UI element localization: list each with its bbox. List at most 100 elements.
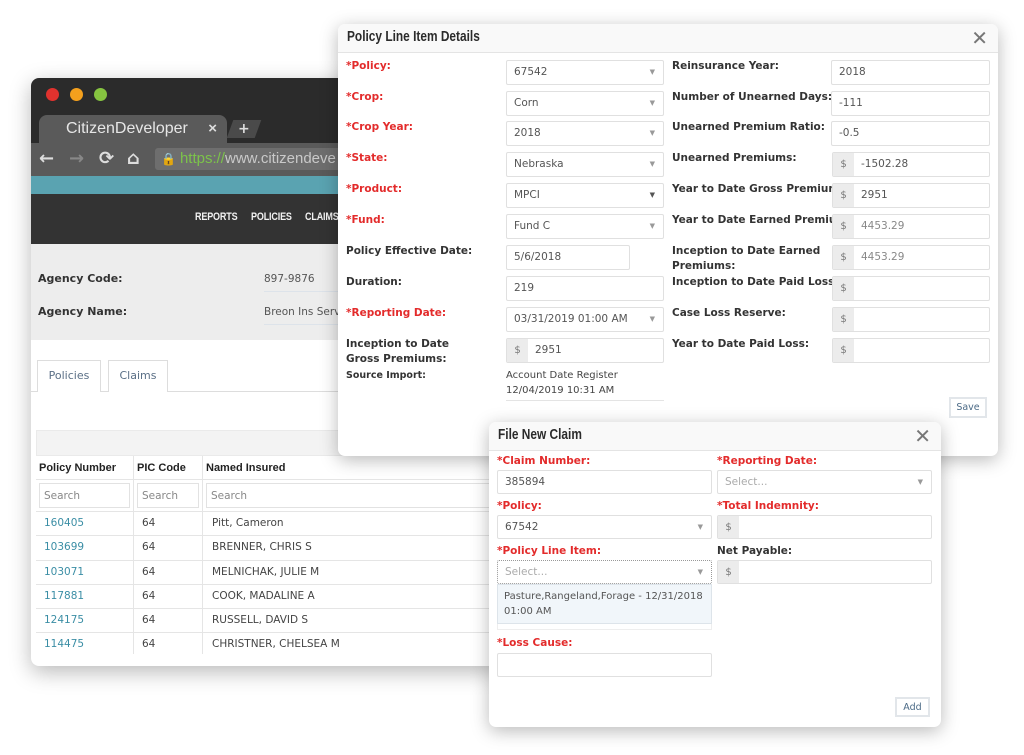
policy-number-link[interactable]: 117881	[36, 584, 134, 609]
pic-code-search-input[interactable]	[137, 483, 199, 508]
save-button[interactable]: Save	[949, 397, 987, 418]
nav-claims[interactable]: CLAIMS	[305, 211, 339, 223]
unearned-days-input[interactable]: -111	[831, 91, 990, 116]
tab-claims[interactable]: Claims	[108, 360, 168, 392]
ytd-paid-loss-label: Year to Date Paid Loss:	[672, 338, 810, 350]
net-payable-input[interactable]: $	[717, 560, 932, 584]
pic-code-cell: 64	[134, 512, 203, 536]
reporting-date-value: 03/31/2019 01:00 AM	[514, 313, 628, 325]
chevron-down-icon: ▼	[649, 129, 655, 137]
claim-number-label: *Claim Number:	[497, 455, 591, 467]
state-select[interactable]: Nebraska ▼	[506, 152, 664, 177]
dollar-icon: $	[833, 246, 854, 269]
product-select[interactable]: MPCI ▼	[506, 183, 664, 208]
dollar-icon: $	[833, 308, 854, 331]
home-icon[interactable]: ⌂	[127, 149, 140, 169]
named-insured-search-input[interactable]	[206, 483, 501, 508]
ytd-gross-premiums-input[interactable]: $ 2951	[832, 183, 990, 208]
fund-select-value: Fund C	[514, 220, 551, 232]
reporting-date-label: *Reporting Date:	[717, 455, 818, 467]
fund-select[interactable]: Fund C ▼	[506, 214, 664, 239]
reinsurance-year-label: Reinsurance Year:	[672, 60, 779, 72]
file-new-claim-modal: File New Claim ✕ *Claim Number: 385894 *…	[489, 422, 941, 727]
named-insured-cell: BRENNER, CHRIS S	[203, 536, 501, 559]
duration-input[interactable]: 219	[506, 276, 664, 301]
case-loss-reserve-input[interactable]: $	[832, 307, 990, 332]
grid-body: 160405 64 Pitt, Cameron 103699 64 BRENNE…	[36, 512, 501, 654]
agency-code-label: Agency Code:	[38, 272, 123, 285]
reporting-date-select[interactable]: Select... ▼	[717, 470, 932, 494]
table-row: 117881 64 COOK, MADALINE A	[36, 584, 501, 610]
itd-paid-loss-input[interactable]: $	[832, 276, 990, 301]
tab-close-icon[interactable]: ×	[208, 115, 217, 143]
grid-header: Policy Number PIC Code Named Insured	[36, 456, 501, 480]
unearned-premium-ratio-input[interactable]: -0.5	[831, 121, 990, 146]
loss-cause-input[interactable]	[497, 653, 712, 677]
total-indemnity-input[interactable]: $	[717, 515, 932, 539]
policy-number-link[interactable]: 103071	[36, 560, 134, 584]
column-header-policy-number[interactable]: Policy Number	[36, 456, 134, 479]
policy-line-item-modal: Policy Line Item Details ✕ *Policy: *Cro…	[338, 24, 998, 456]
table-row: 103699 64 BRENNER, CHRIS S	[36, 536, 501, 561]
ytd-earned-premiums-input[interactable]: $ 4453.29	[832, 214, 990, 239]
named-insured-cell: MELNICHAK, JULIE M	[203, 561, 501, 584]
claim-number-input[interactable]: 385894	[497, 470, 712, 494]
itd-earned-premiums-input[interactable]: $ 4453.29	[832, 245, 990, 270]
crop-select[interactable]: Corn ▼	[506, 91, 664, 116]
url-scheme: https://	[179, 150, 225, 167]
policy-number-link[interactable]: 103699	[36, 536, 134, 560]
close-icon[interactable]: ✕	[971, 26, 988, 50]
forward-arrow-icon[interactable]: →	[69, 149, 84, 169]
policy-select[interactable]: 67542 ▼	[506, 60, 664, 85]
product-select-value: MPCI	[514, 189, 540, 201]
close-icon[interactable]: ✕	[914, 424, 931, 448]
unearned-premiums-input[interactable]: $ -1502.28	[832, 152, 990, 177]
back-arrow-icon[interactable]: ←	[39, 149, 54, 169]
maximize-window-dot[interactable]	[94, 88, 107, 101]
browser-tab[interactable]: CitizenDeveloper ×	[39, 115, 227, 143]
column-header-named-insured[interactable]: Named Insured	[203, 456, 501, 479]
policy-select-value: 67542	[514, 66, 548, 78]
policy-effective-date-label: Policy Effective Date:	[346, 245, 473, 257]
policy-line-item-option[interactable]: Pasture,Rangeland,Forage - 12/31/2018 01…	[497, 584, 712, 624]
pic-code-cell: 64	[134, 560, 203, 584]
nav-reports[interactable]: REPORTS	[195, 211, 238, 223]
pic-code-cell: 64	[134, 536, 203, 560]
itd-gross-premiums-input[interactable]: $ 2951	[506, 338, 664, 363]
duration-value: 219	[514, 282, 535, 294]
plus-icon: +	[238, 121, 250, 137]
crop-year-select[interactable]: 2018 ▼	[506, 121, 664, 146]
policy-number-link[interactable]: 114475	[36, 633, 134, 654]
policy-label: *Policy:	[497, 500, 542, 512]
policy-number-search-input[interactable]	[39, 483, 130, 508]
duration-label: Duration:	[346, 276, 402, 288]
reporting-date-select[interactable]: 03/31/2019 01:00 AM ▼	[506, 307, 664, 332]
chevron-down-icon: ▼	[649, 191, 655, 199]
dollar-icon: $	[833, 153, 854, 176]
policies-grid: Policy Number PIC Code Named Insured 160…	[36, 456, 501, 654]
add-button[interactable]: Add	[895, 697, 930, 717]
reload-icon[interactable]: ⟳	[99, 149, 114, 169]
itd-gross-premiums-label: Inception to Date Gross Premiums:	[346, 338, 450, 365]
policy-line-item-label: *Policy Line Item:	[497, 545, 602, 557]
policy-line-item-select[interactable]: Select... ▼	[497, 560, 712, 584]
reporting-date-label: *Reporting Date:	[346, 307, 447, 319]
policy-effective-date-input[interactable]: 5/6/2018	[506, 245, 630, 270]
policy-select[interactable]: 67542 ▼	[497, 515, 712, 539]
crop-year-select-value: 2018	[514, 127, 541, 139]
tab-policies[interactable]: Policies	[37, 360, 101, 392]
table-row: 114475 64 CHRISTNER, CHELSEA M	[36, 633, 501, 654]
minimize-window-dot[interactable]	[70, 88, 83, 101]
table-row: 160405 64 Pitt, Cameron	[36, 512, 501, 537]
column-header-pic-code[interactable]: PIC Code	[134, 456, 203, 479]
policy-number-link[interactable]: 124175	[36, 609, 134, 633]
ytd-paid-loss-input[interactable]: $	[832, 338, 990, 363]
new-tab-button[interactable]: +	[226, 120, 262, 138]
policy-number-link[interactable]: 160405	[36, 512, 134, 536]
nav-policies[interactable]: POLICIES	[251, 211, 292, 223]
loss-cause-label: *Loss Cause:	[497, 637, 573, 649]
reinsurance-year-input[interactable]: 2018	[831, 60, 990, 85]
chevron-down-icon: ▼	[697, 568, 703, 576]
policy-label: *Policy:	[346, 60, 391, 72]
close-window-dot[interactable]	[46, 88, 59, 101]
